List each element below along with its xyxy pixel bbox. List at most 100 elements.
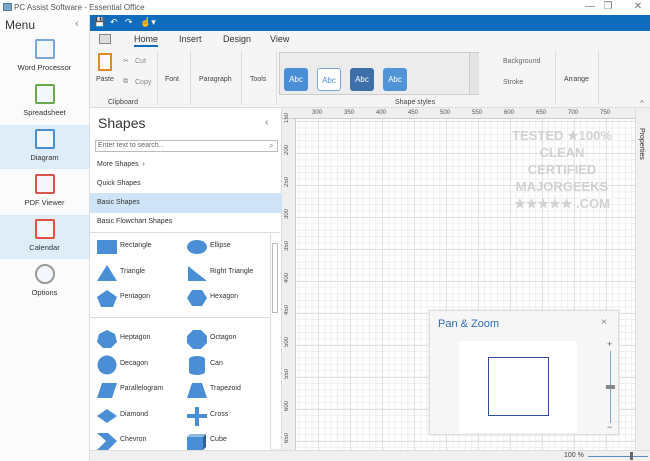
- category-basic-flowchart-shapes[interactable]: Basic Flowchart Shapes: [90, 212, 282, 232]
- shape-style-4[interactable]: Abc: [383, 68, 407, 91]
- menu-item-diagram[interactable]: Diagram: [0, 125, 89, 169]
- menu-item-options[interactable]: Options: [0, 260, 89, 304]
- zoom-in-button[interactable]: +: [607, 339, 612, 349]
- ruler-tick-label: 400: [284, 273, 290, 284]
- status-zoom-slider[interactable]: [588, 456, 648, 457]
- menu-item-label: Spreadsheet: [23, 108, 66, 117]
- gallery-scroll-button[interactable]: [469, 53, 479, 94]
- tab-design[interactable]: Design: [223, 34, 251, 44]
- shape-item-right-triangle[interactable]: Right Triangle: [180, 261, 270, 283]
- shape-item-cross[interactable]: Cross: [180, 404, 270, 426]
- ruler-tick-label: 600: [284, 401, 290, 412]
- shape-item-rectangle[interactable]: Rectangle: [90, 235, 180, 257]
- shape-item-can[interactable]: Can: [180, 353, 270, 375]
- shape-item-diamond[interactable]: Diamond: [90, 404, 180, 426]
- ruler-tick-label: 300: [312, 110, 323, 116]
- status-bar: 100 %: [90, 450, 650, 461]
- menu-item-spreadsheet[interactable]: Spreadsheet: [0, 80, 89, 124]
- shape-style-2[interactable]: Abc: [317, 68, 341, 91]
- category-more-shapes[interactable]: More Shapes ›: [90, 155, 282, 175]
- cut-button[interactable]: Cut: [135, 58, 146, 65]
- ruler-tick-label: 550: [472, 110, 483, 116]
- collapse-shapes-button[interactable]: ‹: [265, 117, 268, 128]
- category-label: More Shapes: [97, 161, 139, 168]
- zoom-level-text: 100 %: [564, 452, 584, 459]
- chevron-right-icon: ›: [142, 161, 145, 168]
- stroke-button[interactable]: Stroke: [503, 79, 523, 86]
- scrollbar[interactable]: [270, 233, 280, 449]
- shape-item-trapezoid[interactable]: Trapezoid: [180, 378, 270, 400]
- ruler-tick-label: 650: [536, 110, 547, 116]
- pan-zoom-close-button[interactable]: ×: [601, 317, 607, 328]
- close-button[interactable]: ✕: [628, 1, 648, 12]
- shape-item-parallelogram[interactable]: Parallelogram: [90, 378, 180, 400]
- paragraph-button[interactable]: Paragraph: [199, 76, 232, 83]
- category-basic-shapes[interactable]: Basic Shapes: [90, 193, 282, 213]
- divider: [598, 51, 599, 105]
- menu-item-pdf-viewer[interactable]: PDF Viewer: [0, 170, 89, 214]
- properties-panel-tab[interactable]: Properties: [635, 108, 650, 450]
- menu-item-label: PDF Viewer: [24, 198, 65, 207]
- shape-item-octagon[interactable]: Octagon: [180, 327, 270, 349]
- copy-button[interactable]: Copy: [135, 79, 151, 86]
- shape-label: Hexagon: [210, 293, 239, 300]
- menu-item-calendar[interactable]: Calendar: [0, 215, 89, 259]
- menu-item-label: Calendar: [29, 243, 60, 252]
- ruler-tick-label: 400: [376, 110, 387, 116]
- zoom-out-button[interactable]: −: [607, 422, 612, 432]
- tools-button[interactable]: Tools: [250, 76, 266, 83]
- can-shape-icon: [189, 355, 205, 375]
- shape-item-heptagon[interactable]: Heptagon: [90, 327, 180, 349]
- shape-item-ellipse[interactable]: Ellipse: [180, 235, 270, 257]
- shape-label: Cross: [210, 410, 229, 418]
- pentagon-shape-icon: [97, 290, 117, 307]
- horizontal-ruler: 300 350 400 450 500 550 600 650 700 750: [282, 108, 635, 119]
- divider: [190, 51, 191, 105]
- shape-item-decagon[interactable]: Decagon: [90, 353, 180, 375]
- shape-style-1[interactable]: Abc: [284, 68, 308, 91]
- file-menu-icon[interactable]: [99, 34, 111, 44]
- menu-item-label: Word Processor: [17, 63, 72, 72]
- shape-label: Ellipse: [210, 242, 231, 249]
- right-triangle-shape-icon: [188, 265, 207, 281]
- shape-item-triangle[interactable]: Triangle: [90, 261, 180, 283]
- paste-button[interactable]: Paste: [96, 76, 114, 83]
- shape-item-cube[interactable]: Cube: [180, 429, 270, 451]
- status-zoom-thumb[interactable]: [630, 452, 633, 460]
- touch-mode-icon[interactable]: ☝▾: [140, 17, 156, 28]
- cut-icon: ✂: [123, 58, 129, 65]
- category-quick-shapes[interactable]: Quick Shapes: [90, 174, 282, 194]
- collapse-ribbon-icon[interactable]: ^: [640, 99, 644, 108]
- pan-zoom-preview[interactable]: [459, 341, 577, 433]
- undo-icon[interactable]: ↶: [110, 17, 118, 28]
- ruler-tick-label: 600: [504, 110, 515, 116]
- search-icon: ⌕: [269, 141, 274, 150]
- shape-style-3[interactable]: Abc: [350, 68, 374, 91]
- shape-label: Diamond: [120, 410, 149, 418]
- save-icon[interactable]: 💾: [94, 17, 105, 28]
- background-button[interactable]: Background: [503, 58, 540, 65]
- minimize-button[interactable]: —: [580, 1, 600, 12]
- redo-icon[interactable]: ↷: [125, 17, 133, 28]
- collapse-menu-button[interactable]: ‹: [75, 18, 79, 30]
- menu-title: Menu: [5, 18, 36, 32]
- font-button[interactable]: Font: [165, 76, 179, 83]
- shape-label: Heptagon: [120, 334, 151, 341]
- scrollbar-thumb[interactable]: [272, 243, 278, 313]
- menu-item-label: Diagram: [30, 153, 59, 162]
- shape-list: Rectangle Ellipse Triangle Right Triangle Pe…: [90, 232, 280, 453]
- shape-search-input[interactable]: Enter text to search...: [95, 140, 278, 152]
- zoom-slider-thumb[interactable]: [606, 385, 615, 389]
- tab-home[interactable]: Home: [134, 34, 159, 47]
- arrange-button[interactable]: Arrange: [564, 76, 589, 83]
- tab-view[interactable]: View: [270, 34, 289, 44]
- restore-button[interactable]: ❐: [598, 1, 618, 12]
- ruler-tick-label: 150: [284, 113, 290, 124]
- menu-item-word-processor[interactable]: Word Processor: [0, 35, 89, 79]
- tab-insert[interactable]: Insert: [179, 34, 202, 44]
- viewport-rectangle[interactable]: [488, 357, 549, 416]
- shape-item-hexagon[interactable]: Hexagon: [180, 286, 270, 308]
- shape-item-pentagon[interactable]: Pentagon: [90, 286, 180, 308]
- divider: [157, 51, 158, 105]
- shape-item-chevron[interactable]: Chevron: [90, 429, 180, 451]
